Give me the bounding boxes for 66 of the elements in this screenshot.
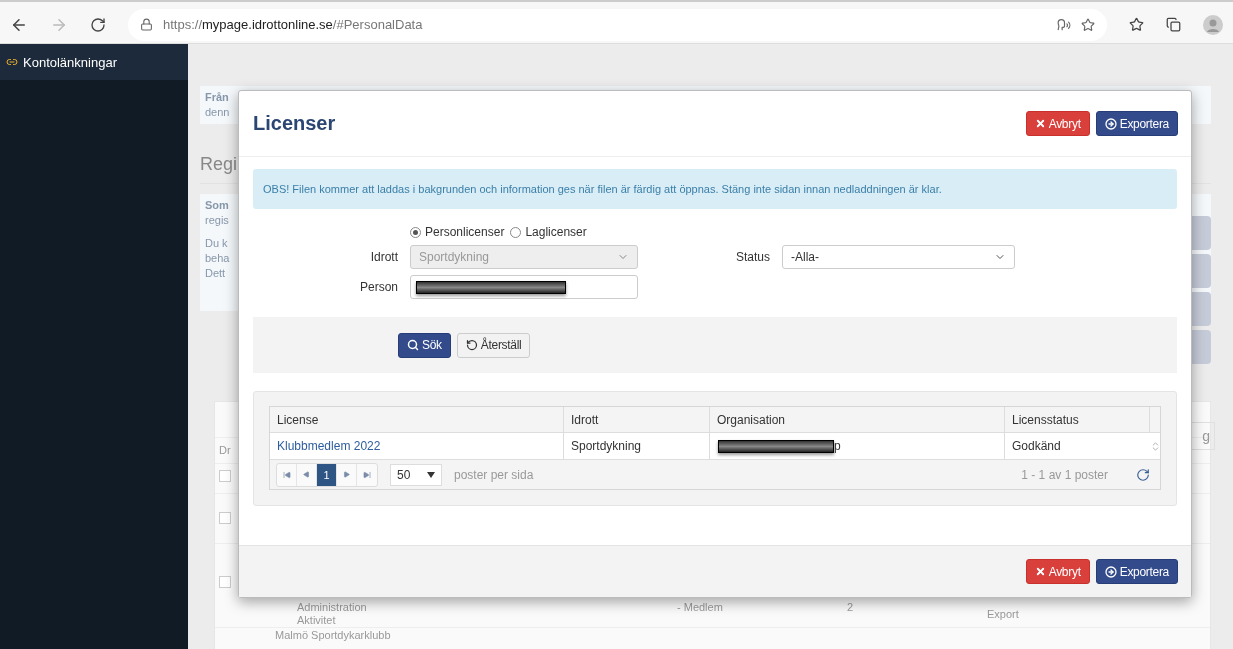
close-icon <box>1034 118 1046 129</box>
url-text: https://mypage.idrottonline.se/#PersonalData <box>163 17 423 32</box>
faded-text: 2 <box>847 601 855 614</box>
faded-text: - Medlem <box>677 601 724 614</box>
dialog-title: Licenser <box>253 112 336 135</box>
link-icon <box>6 56 18 68</box>
radio-label: Laglicenser <box>525 225 587 239</box>
export-button[interactable]: Exportera <box>1095 559 1178 584</box>
checkbox[interactable] <box>219 576 231 588</box>
column-header[interactable]: Organisation <box>710 407 1005 432</box>
first-page-icon <box>282 470 291 479</box>
scroll-arrows-icon[interactable] <box>1150 440 1161 452</box>
arrow-circle-icon <box>1104 117 1117 130</box>
lock-icon <box>140 18 153 31</box>
faded-text: Administration <box>297 601 367 614</box>
cancel-button[interactable]: Avbryt <box>1025 111 1090 136</box>
export-button[interactable]: Exportera <box>1095 111 1178 136</box>
reset-button[interactable]: Återställ <box>456 332 531 358</box>
column-header[interactable]: Idrott <box>564 407 710 432</box>
faded-text: beha <box>205 251 230 266</box>
faded-text: Aktivitet <box>297 614 336 627</box>
close-icon <box>1034 566 1046 577</box>
field-label: Person <box>358 280 398 294</box>
column-header[interactable]: License <box>270 407 564 432</box>
search-button[interactable]: Sök <box>398 332 451 358</box>
favorites-icon[interactable] <box>1129 17 1144 32</box>
previous-page-icon <box>303 471 310 478</box>
faded-text: Från <box>205 90 229 105</box>
field-label: Status <box>734 250 770 264</box>
cancel-button[interactable]: Avbryt <box>1025 559 1090 584</box>
reset-icon <box>465 339 478 351</box>
page-size-label: poster per sida <box>454 467 534 482</box>
faded-text: denn <box>205 105 230 120</box>
checkbox[interactable] <box>219 470 231 482</box>
field-label: Idrott <box>369 250 398 264</box>
faded-text: Dr <box>219 444 231 457</box>
faded-text: Du k <box>205 236 228 251</box>
page-size-select[interactable]: 50 <box>390 463 442 486</box>
refresh-icon[interactable] <box>1136 467 1150 482</box>
collections-icon[interactable] <box>1166 17 1181 32</box>
address-bar[interactable]: https://mypage.idrottonline.se/#PersonalData <box>128 8 1107 41</box>
search-icon <box>407 339 419 351</box>
read-aloud-icon[interactable] <box>1057 17 1071 32</box>
faded-text: Dett <box>205 266 226 281</box>
page-button[interactable]: 1 <box>317 463 337 486</box>
pager-summary: 1 - 1 av 1 poster <box>1021 467 1108 482</box>
faded-text: Som <box>205 198 229 213</box>
faded-text: Export <box>987 608 1019 621</box>
status-select[interactable]: -Alla- <box>782 245 1015 269</box>
favorite-add-icon[interactable] <box>1081 17 1095 32</box>
next-page-icon <box>343 471 350 478</box>
avatar-icon[interactable] <box>1203 14 1223 35</box>
person-field[interactable] <box>410 275 638 299</box>
table-cell-text: Godkänd <box>1011 438 1062 455</box>
checkbox[interactable] <box>219 512 231 524</box>
caret-icon <box>427 471 435 478</box>
column-header[interactable]: Licensstatus <box>1005 407 1150 432</box>
reload-icon[interactable] <box>90 16 106 33</box>
last-page-icon <box>363 470 371 479</box>
sidebar-item[interactable]: Kontolänkningar <box>0 44 188 80</box>
section-heading: Regi <box>200 154 238 175</box>
info-alert: OBS! Filen kommer att laddas i bakgrunden och information ges när filen är färdig att öppnas. Stäng inte sidan innan nedladdningen är klar. <box>253 169 1177 209</box>
faded-text: Malmö Sportdykarklubb <box>275 629 391 642</box>
arrow-circle-icon <box>1104 565 1117 578</box>
radio-label: Personlicenser <box>425 225 505 239</box>
faded-text: regis <box>205 213 229 228</box>
